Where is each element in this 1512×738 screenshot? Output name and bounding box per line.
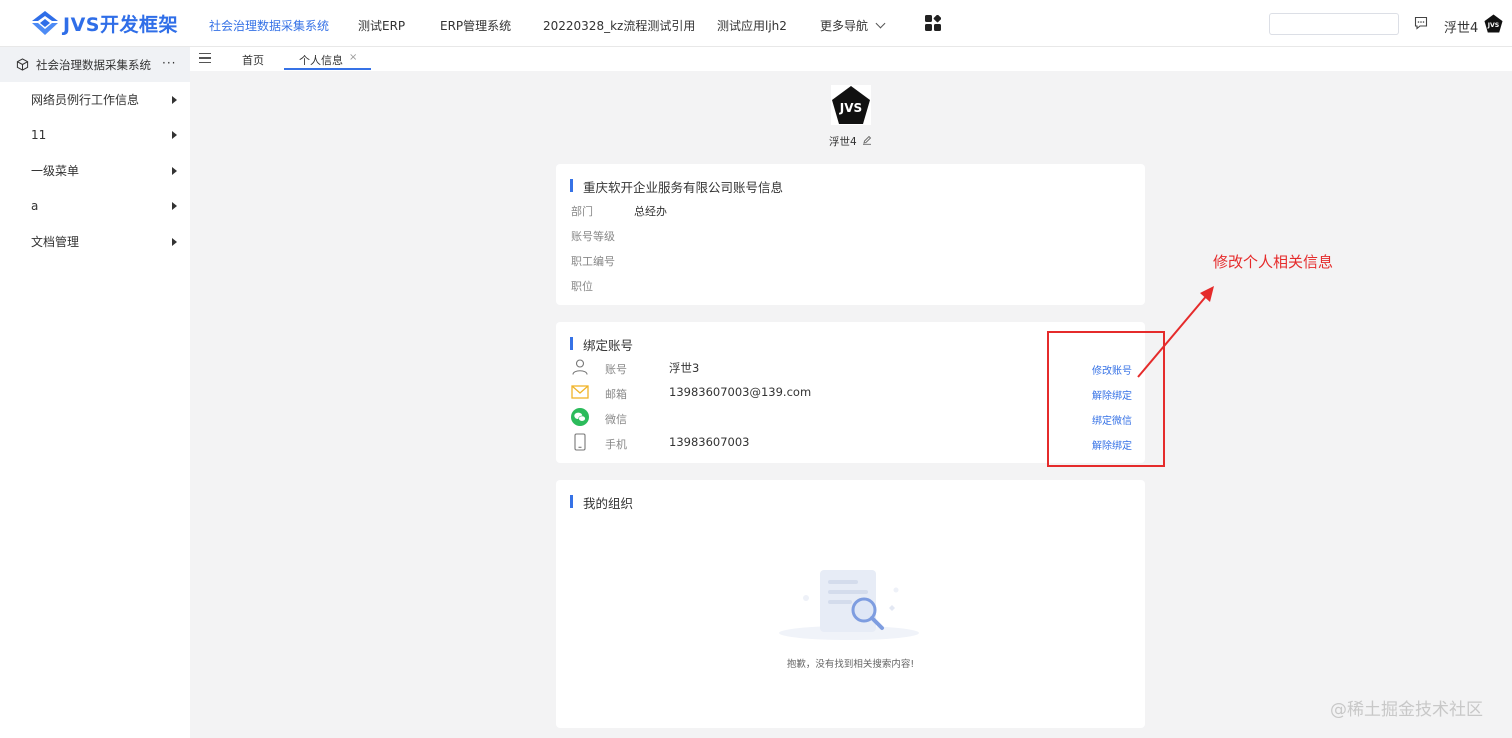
watermark: @稀土掘金技术社区 [1330, 700, 1483, 720]
sidebar-item-label: 网络员例行工作信息 [31, 93, 140, 108]
department-label: 部门 [571, 205, 593, 218]
nav-item-more[interactable]: 更多导航 [820, 17, 886, 34]
caret-right-icon [172, 202, 177, 211]
empty-state-illustration [779, 570, 919, 640]
employee-number-label: 职工编号 [571, 255, 615, 268]
edit-icon[interactable] [862, 135, 872, 145]
account-value: 浮世3 [669, 361, 700, 375]
close-icon[interactable]: × [349, 52, 357, 63]
chevron-down-icon [875, 18, 886, 29]
sidebar: 社会治理数据采集系统 ··· 网络员例行工作信息 11 一级菜单 a 文档管理 [0, 47, 190, 738]
account-info-card: 重庆软开企业服务有限公司账号信息 部门 总经办 账号等级 职工编号 职位 [556, 164, 1145, 305]
caret-right-icon [172, 237, 177, 246]
email-value: 13983607003@139.com [669, 385, 812, 399]
top-nav-bar: JVS开发框架 社会治理数据采集系统 测试ERP ERP管理系统 2022032… [0, 0, 1512, 47]
user-avatar-text: JVS [1487, 22, 1500, 29]
caret-right-icon [172, 166, 177, 175]
sidebar-item-label: a [31, 199, 39, 214]
caret-right-icon [172, 131, 177, 140]
sidebar-item-label: 文档管理 [31, 235, 80, 250]
more-icon[interactable]: ··· [162, 56, 176, 70]
current-username[interactable]: 浮世4 [1444, 17, 1478, 36]
brand-name: JVS开发框架 [63, 13, 178, 36]
sidebar-system-title: 社会治理数据采集系统 [36, 57, 151, 72]
annotation-arrow-icon [1137, 286, 1214, 378]
message-icon[interactable] [1414, 16, 1428, 30]
sidebar-item-a[interactable]: a [0, 189, 190, 225]
position-label: 职位 [571, 280, 593, 293]
sidebar-item-grid-worker[interactable]: 网络员例行工作信息 [0, 82, 190, 118]
nav-item-social-governance[interactable]: 社会治理数据采集系统 [209, 17, 329, 34]
caret-right-icon [172, 95, 177, 104]
account-info-title: 重庆软开企业服务有限公司账号信息 [570, 177, 783, 196]
menu-toggle-icon[interactable] [199, 53, 211, 63]
sidebar-item-11[interactable]: 11 [0, 118, 190, 154]
nav-item-erp-system[interactable]: ERP管理系统 [440, 17, 511, 34]
wechat-icon [571, 408, 589, 426]
mail-icon [571, 385, 589, 399]
logo-icon [32, 11, 58, 35]
sidebar-item-document-management[interactable]: 文档管理 [0, 224, 190, 260]
tabs-bar: 首页 个人信息 × [190, 47, 1512, 71]
wechat-label: 微信 [605, 413, 627, 426]
phone-value: 13983607003 [669, 435, 750, 449]
profile-name: 浮世4 [829, 136, 857, 148]
sidebar-item-level-one-menu[interactable]: 一级菜单 [0, 153, 190, 189]
organization-card: 我的组织 抱歉，没有找到相关搜索内容! [556, 480, 1145, 728]
user-icon [572, 359, 588, 375]
search-input[interactable] [1269, 13, 1399, 35]
tab-personal-info[interactable]: 个人信息 [299, 52, 343, 68]
sidebar-item-label: 一级菜单 [31, 164, 80, 179]
brand-logo[interactable]: JVS开发框架 [30, 9, 178, 37]
sidebar-item-label: 11 [31, 128, 47, 143]
profile-avatar-text: JVS [839, 101, 862, 115]
account-label: 账号 [605, 363, 627, 376]
department-value: 总经办 [634, 205, 667, 218]
phone-label: 手机 [605, 438, 627, 451]
bind-accounts-title: 绑定账号 [570, 335, 633, 354]
account-level-label: 账号等级 [571, 230, 615, 243]
tab-home[interactable]: 首页 [242, 52, 264, 68]
active-tab-indicator [284, 68, 371, 70]
profile-avatar[interactable]: JVS [831, 85, 871, 125]
user-avatar[interactable]: JVS [1484, 14, 1503, 33]
apps-grid-icon[interactable] [925, 15, 941, 31]
annotation-text: 修改个人相关信息 [1213, 253, 1334, 271]
email-label: 邮箱 [605, 388, 627, 401]
nav-item-flow-test[interactable]: 20220328_kz流程测试引用 [543, 17, 695, 34]
nav-item-test-app[interactable]: 测试应用ljh2 [717, 17, 787, 34]
nav-item-test-erp[interactable]: 测试ERP [358, 17, 405, 34]
cube-icon [16, 58, 29, 71]
organization-title: 我的组织 [570, 493, 633, 512]
phone-icon [574, 433, 586, 451]
nav-more-label: 更多导航 [820, 19, 869, 33]
sidebar-system-header[interactable]: 社会治理数据采集系统 ··· [0, 47, 190, 82]
empty-state-text: 抱歉，没有找到相关搜索内容! [786, 659, 915, 670]
